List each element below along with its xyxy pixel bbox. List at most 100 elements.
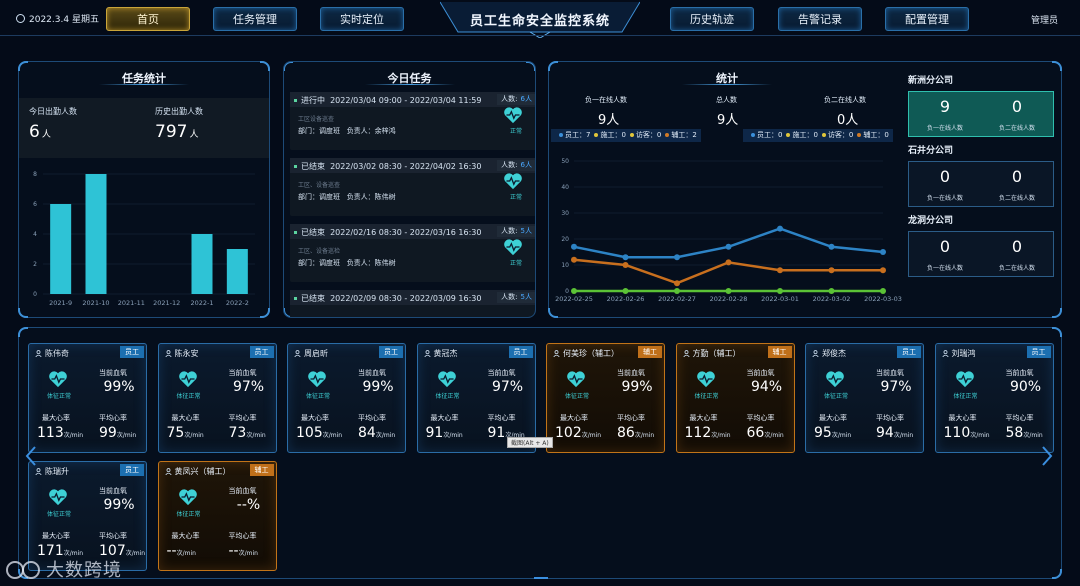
history-attendance-value: 797 人	[155, 122, 199, 142]
user-icon	[941, 350, 949, 358]
page-indicator[interactable]	[534, 577, 548, 579]
worker-name: 陈瑞升	[35, 466, 69, 477]
date-display: 2022.3.4 星期五	[16, 12, 99, 25]
company-name: 新洲分公司	[908, 76, 954, 86]
worker-name: 何美珍（辅工）	[553, 348, 619, 359]
user-icon	[294, 350, 301, 358]
max-hr-label: 最大心率	[301, 414, 329, 422]
avg-hr-label: 平均心率	[487, 414, 516, 422]
data-point	[571, 256, 577, 263]
y-tick-label: 10	[561, 262, 569, 269]
next-page-icon[interactable]	[1041, 445, 1053, 467]
data-point	[880, 288, 886, 294]
max-hr-label: 最大心率	[560, 414, 588, 422]
worker-type-badge: 员工	[897, 346, 921, 358]
task-description: 工区、设备巡检	[298, 248, 341, 255]
x-tick-label: 2021-11	[118, 299, 145, 307]
legend-item: 施工：0	[600, 131, 626, 139]
task-item[interactable]: 已结束 2022/02/09 08:30 - 2022/03/09 16:30 …	[290, 290, 535, 317]
worker-card[interactable]: 陈永安 员工 体征正常 当前血氧 97% 最大心率 平均心率 75次/min 7…	[157, 343, 277, 453]
max-hr-label: 最大心率	[42, 532, 70, 540]
avg-hr-label: 平均心率	[99, 532, 127, 540]
company-name: 石井分公司	[908, 146, 954, 156]
today-attendance-label: 今日出勤人数	[29, 107, 77, 116]
company-card[interactable]: 9 0 负一在线人数 负二在线人数	[908, 91, 1054, 137]
task-health: 正常	[509, 260, 522, 267]
worker-name: 黄冠杰	[423, 348, 458, 359]
avg-hr-label: 平均心率	[746, 414, 775, 422]
prev-page-icon[interactable]	[25, 445, 37, 467]
task-health: 正常	[509, 128, 522, 135]
nav-realtime-location[interactable]: 实时定位	[320, 7, 404, 31]
worker-card[interactable]: 陈伟奇 员工 体征正常 当前血氧 99% 最大心率 平均心率 113次/min …	[28, 343, 147, 453]
user-name[interactable]: 管理员	[1031, 13, 1058, 26]
nav-task-management[interactable]: 任务管理	[213, 7, 297, 31]
workers-panel: 陈伟奇 员工 体征正常 当前血氧 99% 最大心率 平均心率 113次/min …	[18, 327, 1062, 579]
task-count: 人数: 6人	[497, 94, 535, 105]
company-l1-label: 负一在线人数	[926, 265, 963, 272]
user-icon	[423, 350, 431, 358]
worker-name: 刘瑞鸿	[941, 348, 976, 359]
nav-config-management[interactable]: 配置管理	[885, 7, 969, 31]
task-count: 人数: 5人	[497, 226, 535, 237]
total-value: 9人	[717, 113, 739, 128]
task-item[interactable]: 已结束 2022/02/16 08:30 - 2022/03/16 16:30 …	[290, 224, 535, 282]
x-tick-label: 2022-03-03	[864, 295, 902, 303]
worker-card[interactable]: 刘瑞鸿 员工 体征正常 当前血氧 90% 最大心率 平均心率 110次/min …	[934, 343, 1054, 453]
task-description: 工区设备巡查	[298, 116, 335, 123]
l1-online-label: 负一在线人数	[585, 96, 627, 104]
max-hr-value: 113次/min	[37, 425, 84, 441]
watermark: 大数跨境	[4, 556, 122, 582]
worker-type-badge: 员工	[120, 346, 144, 358]
worker-name: 周启昕	[294, 348, 328, 359]
l2-online-label: 负二在线人数	[824, 96, 866, 104]
data-point	[674, 254, 680, 261]
oxygen-value: 97%	[880, 379, 912, 395]
nav-alarm-records[interactable]: 告警记录	[778, 7, 862, 31]
avg-hr-label: 平均心率	[1005, 414, 1034, 422]
worker-card[interactable]: 周启昕 员工 体征正常 当前血氧 99% 最大心率 平均心率 105次/min …	[287, 343, 406, 453]
total-label: 总人数	[716, 96, 737, 104]
worker-card[interactable]: 何美珍（辅工） 辅工 体征正常 当前血氧 99% 最大心率 平均心率 102次/…	[546, 343, 665, 453]
heart-icon	[307, 370, 327, 388]
worker-card[interactable]: 方勤（辅工） 辅工 体征正常 当前血氧 94% 最大心率 平均心率 112次/m…	[675, 343, 795, 453]
worker-card[interactable]: 黄凤兴（辅工） 辅工 体征正常 当前血氧 --% 最大心率 平均心率 --次/m…	[157, 461, 277, 571]
task-dept-leader: 部门：调度班 负责人：陈伟树	[298, 193, 396, 201]
worker-card[interactable]: 郑俊杰 员工 体征正常 当前血氧 97% 最大心率 平均心率 95次/min 9…	[805, 343, 924, 453]
company-l1-value: 0	[939, 167, 951, 186]
nav-home[interactable]: 首页	[106, 7, 190, 31]
company-card[interactable]: 0 0 负一在线人数 负二在线人数	[908, 161, 1054, 207]
watermark-text: 大数跨境	[46, 560, 122, 581]
user-icon	[164, 468, 172, 476]
health-status: 体征正常	[176, 511, 201, 518]
worker-name: 郑俊杰	[812, 348, 846, 359]
oxygen-label: 当前血氧	[617, 369, 645, 377]
oxygen-label: 当前血氧	[358, 369, 386, 377]
x-tick-label: 2021-12	[153, 299, 180, 307]
worker-name: 方勤（辅工）	[682, 348, 741, 359]
worker-name: 陈永安	[164, 348, 199, 359]
avg-hr-value: 84次/min	[358, 425, 396, 441]
legend-item: 施工：0	[792, 131, 818, 139]
company-l2-value: 0	[1011, 167, 1023, 186]
y-tick-label: 4	[33, 231, 37, 238]
data-point	[571, 243, 577, 250]
worker-type-badge: 辅工	[767, 346, 792, 358]
worker-card[interactable]: 陈瑞升 员工 体征正常 当前血氧 99% 最大心率 平均心率 171次/min …	[28, 461, 147, 571]
data-point	[777, 267, 783, 274]
max-hr-value: 102次/min	[555, 425, 602, 441]
task-item[interactable]: 已结束 2022/03/02 08:30 - 2022/04/02 16:30 …	[290, 158, 535, 216]
l1-legend: 员工：7 施工：0 访客：0 辅工：2	[551, 129, 701, 142]
task-status-time: 已结束 2022/02/16 08:30 - 2022/03/16 16:30	[294, 227, 481, 238]
task-item[interactable]: 进行中 2022/03/04 09:00 - 2022/03/04 11:59 …	[290, 92, 535, 150]
worker-type-badge: 辅工	[638, 346, 662, 358]
dashboard: 2022.3.4 星期五 首页 任务管理 实时定位 员工生命安全监控系统 历史轨…	[0, 0, 1080, 586]
nav-history-track[interactable]: 历史轨迹	[670, 7, 754, 31]
header-divider	[0, 35, 1080, 36]
oxygen-label: 当前血氧	[746, 369, 775, 377]
avg-hr-value: 66次/min	[746, 425, 784, 441]
legend-item: 员工：0	[757, 131, 783, 139]
task-health: 正常	[509, 194, 522, 201]
legend-dot	[665, 133, 670, 137]
company-card[interactable]: 0 0 负一在线人数 负二在线人数	[908, 231, 1054, 277]
